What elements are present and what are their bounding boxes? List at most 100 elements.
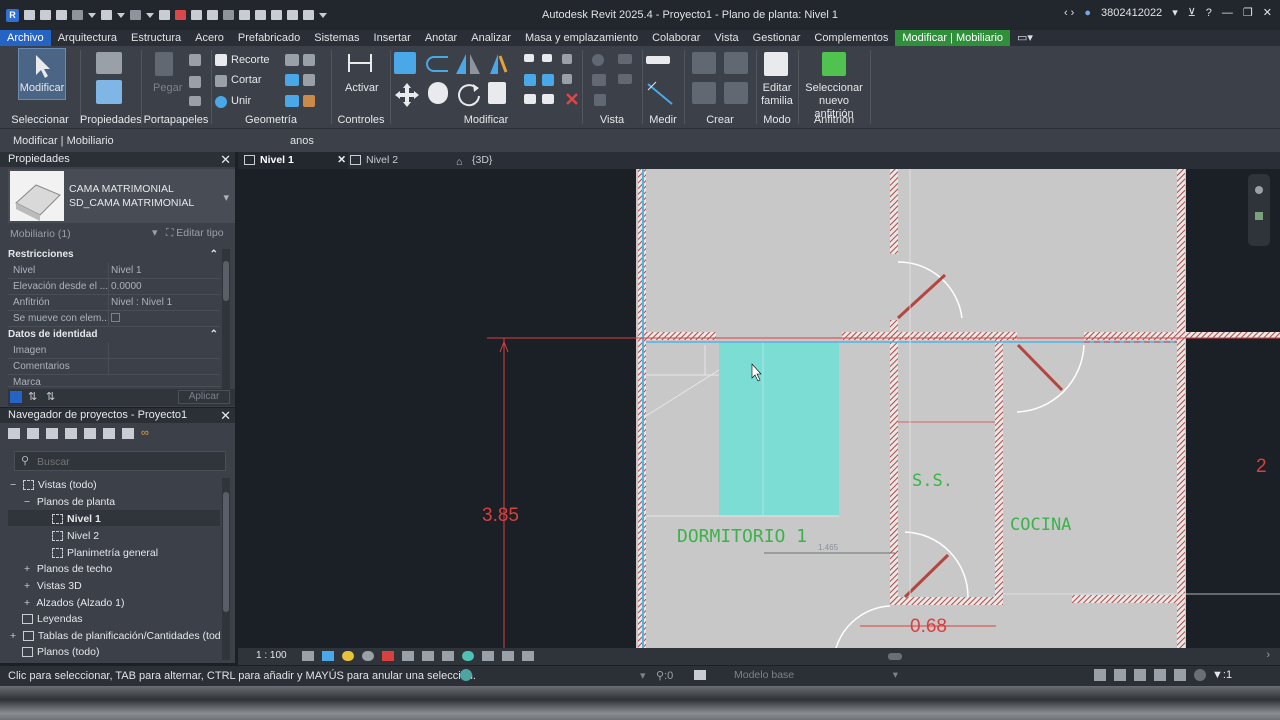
- design-options-icon[interactable]: [694, 670, 706, 680]
- create-group-icon[interactable]: [692, 82, 716, 104]
- family-icon[interactable]: [84, 427, 96, 439]
- select-by-face-icon[interactable]: [1154, 669, 1166, 681]
- save-icon[interactable]: [56, 10, 67, 20]
- measure-icon[interactable]: [191, 10, 202, 20]
- door-dimension-text[interactable]: 0.68: [910, 616, 947, 637]
- floor-plan-drawing[interactable]: 3.85 0.68 DORMITORIO 1 S.S. COCINA 1.465…: [238, 169, 1280, 648]
- edit-type-button[interactable]: ⛶ Editar tipo: [166, 227, 224, 240]
- tree-item-planimetria[interactable]: Planimetría general: [52, 547, 158, 559]
- schedule-icon[interactable]: [65, 427, 77, 439]
- paste-icon[interactable]: [155, 52, 173, 76]
- properties-scrollbar[interactable]: [222, 249, 230, 389]
- type-selector[interactable]: CAMA MATRIMONIAL SD_CAMA MATRIMONIAL ▾: [8, 169, 235, 223]
- categorize-icon[interactable]: [10, 391, 22, 403]
- tree-item-planos-planta[interactable]: − Planos de planta: [24, 496, 115, 508]
- select-underlay-icon[interactable]: [1114, 669, 1126, 681]
- cope-icon[interactable]: [215, 54, 227, 66]
- dimension-icon[interactable]: [207, 10, 218, 20]
- tree-item-nivel-1[interactable]: Nivel 1: [52, 513, 101, 525]
- activate-controls-icon[interactable]: [345, 50, 375, 76]
- visual-style-icon[interactable]: [322, 651, 334, 661]
- measure-between-icon[interactable]: [646, 56, 670, 64]
- close-icon[interactable]: ✕: [220, 408, 231, 423]
- tree-item-planos-techo[interactable]: + Planos de techo: [24, 563, 112, 575]
- filter-icon[interactable]: ▼:1: [1212, 669, 1232, 681]
- zoom-icon[interactable]: [1255, 212, 1263, 220]
- scale-selector[interactable]: 1 : 100: [256, 650, 287, 661]
- wall[interactable]: [890, 169, 898, 254]
- edit-family-icon[interactable]: [764, 52, 788, 76]
- pick-new-host-icon[interactable]: [822, 52, 846, 76]
- wall[interactable]: [1084, 332, 1177, 340]
- chevron-down-icon[interactable]: [117, 12, 125, 18]
- undo-icon[interactable]: [101, 10, 112, 20]
- split-icon[interactable]: [524, 54, 534, 62]
- chevron-down-icon[interactable]: ▾: [893, 669, 898, 681]
- revit-logo-icon[interactable]: R: [6, 8, 19, 22]
- view-3d-icon[interactable]: [255, 10, 266, 20]
- recorte-button[interactable]: Recorte: [231, 54, 270, 66]
- properties-icon[interactable]: [96, 80, 122, 104]
- worksets-icon[interactable]: [460, 669, 472, 681]
- prop-row[interactable]: Elevación desde el ... 0.0000: [8, 279, 220, 295]
- drag-elements-icon[interactable]: [1174, 669, 1186, 681]
- tab-sistemas[interactable]: Sistemas: [307, 30, 366, 46]
- override-graphics-icon[interactable]: [618, 54, 632, 64]
- modificar-button[interactable]: Modificar: [18, 48, 66, 100]
- chevron-down-icon[interactable]: [88, 12, 96, 18]
- section-restricciones[interactable]: Restricciones ⌃: [8, 249, 220, 263]
- room-label-cocina[interactable]: COCINA: [1010, 515, 1071, 535]
- wall[interactable]: [646, 332, 716, 340]
- search-input[interactable]: [37, 454, 217, 469]
- tree-item-tablas[interactable]: + Tablas de planificación/Cantidades (to…: [10, 630, 220, 642]
- scroll-left-icon[interactable]: ‹: [522, 649, 526, 661]
- tab-acero[interactable]: Acero: [188, 30, 231, 46]
- trim-single-icon[interactable]: [542, 94, 554, 104]
- nav-arrows-icon[interactable]: ‹ ›: [1064, 7, 1074, 19]
- type-properties-icon[interactable]: [96, 52, 122, 74]
- temp-properties-icon[interactable]: [482, 651, 494, 661]
- reveal-hidden-icon[interactable]: [462, 651, 474, 661]
- bed-selected[interactable]: [719, 343, 839, 516]
- tab-colaborar[interactable]: Colaborar: [645, 30, 707, 46]
- collapse-icon[interactable]: ⌃: [210, 249, 218, 260]
- aligned-dimension-icon[interactable]: [646, 80, 674, 106]
- hammer-icon[interactable]: [303, 95, 315, 107]
- tree-item-vistas[interactable]: − Vistas (todo): [10, 479, 97, 491]
- tab-vista[interactable]: Vista: [707, 30, 745, 46]
- prop-row[interactable]: Comentarios: [8, 359, 220, 375]
- select-pinned-icon[interactable]: [1134, 669, 1146, 681]
- steering-wheel-icon[interactable]: [1255, 186, 1263, 194]
- sun-path-icon[interactable]: [342, 651, 354, 661]
- cut-icon[interactable]: [189, 54, 201, 66]
- navigator-scrollbar[interactable]: [222, 478, 230, 660]
- sort-asc-icon[interactable]: ⇅: [28, 390, 37, 403]
- open-icon[interactable]: [40, 10, 51, 20]
- close-icon[interactable]: ✕: [1263, 6, 1272, 19]
- pin-icon[interactable]: [562, 54, 572, 64]
- align-icon[interactable]: [394, 52, 416, 74]
- prop-row[interactable]: Anfitrión Nivel : Nivel 1: [8, 295, 220, 311]
- user-account[interactable]: 3802412022: [1101, 7, 1162, 19]
- wall[interactable]: [1185, 332, 1280, 338]
- show-crop-icon[interactable]: [402, 651, 414, 661]
- tag-icon[interactable]: [223, 10, 234, 20]
- temp-dimension-text[interactable]: 1.465: [818, 543, 839, 552]
- pdf-export-icon[interactable]: [175, 10, 186, 20]
- fit-icon[interactable]: [27, 427, 39, 439]
- sort-desc-icon[interactable]: ⇅: [46, 390, 55, 403]
- collapse-icon[interactable]: −: [24, 496, 34, 508]
- chevron-down-icon[interactable]: [146, 12, 154, 18]
- tree-item-nivel-2[interactable]: Nivel 2: [52, 530, 99, 542]
- scroll-right-icon[interactable]: ›: [1266, 649, 1270, 661]
- linework-view-icon[interactable]: [592, 74, 606, 86]
- sheet-icon[interactable]: [46, 427, 58, 439]
- section-identidad[interactable]: Datos de identidad ⌃: [8, 329, 220, 343]
- expand-icon[interactable]: +: [24, 597, 34, 609]
- link-icon[interactable]: ∞: [141, 427, 149, 439]
- scale-icon[interactable]: [542, 74, 554, 86]
- tree-item-alzados[interactable]: + Alzados (Alzado 1): [24, 597, 124, 609]
- trim-multiple-icon[interactable]: [524, 94, 536, 104]
- prop-row[interactable]: Marca: [8, 375, 220, 387]
- view-tab-nivel-1[interactable]: Nivel 1 ✕: [238, 152, 348, 169]
